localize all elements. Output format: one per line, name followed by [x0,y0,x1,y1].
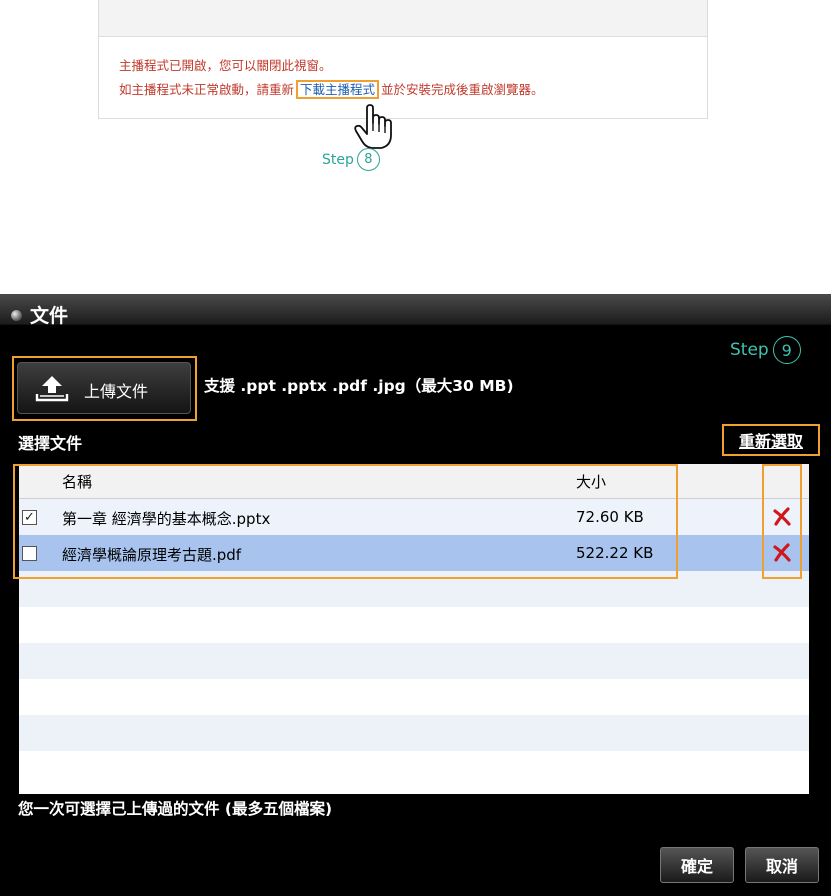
dialog-titlebar: 文件 [0,294,831,327]
delete-column-highlight-outline [762,464,802,579]
document-dialog: 文件 Step 9 上傳文件 支援 .ppt .pptx .pdf .jpg（最… [0,294,831,896]
step-8-label: Step [322,151,354,168]
table-empty-row [19,643,809,679]
selection-limit-note: 您一次可選擇己上傳過的文件 (最多五個檔案) [18,800,333,818]
table-highlight-outline [13,464,678,579]
upload-icon [35,376,69,402]
supported-formats-text: 支援 .ppt .pptx .pdf .jpg（最大30 MB) [204,377,514,395]
dialog-title: 文件 [30,305,69,327]
table-empty-row [19,715,809,751]
reselect-link[interactable]: 重新選取 [722,424,820,456]
confirm-button[interactable]: 確定 [660,847,734,883]
step-8-indicator: Step 8 [322,148,380,171]
notice-panel: 主播程式已開啟，您可以關閉此視窗。 如主播程式未正常啟動，請重新 下載主播程式 並於… [98,0,708,119]
download-player-link[interactable]: 下載主播程式 [296,80,380,99]
step-9-label: Step [730,340,769,360]
pointer-hand-icon [354,104,392,149]
upload-document-button[interactable]: 上傳文件 [17,362,191,414]
notice-header-bar [99,0,707,37]
notice-line-1: 主播程式已開啟，您可以關閉此視窗。 [119,58,332,73]
step-9-number: 9 [772,336,801,364]
step-9-indicator: Step 9 [730,336,801,364]
notice-line-2: 如主播程式未正常啟動，請重新 下載主播程式 並於安裝完成後重啟瀏覽器。 [119,79,544,99]
cancel-button[interactable]: 取消 [745,847,819,883]
titlebar-orb-icon [11,310,22,321]
upload-button-label: 上傳文件 [84,382,149,401]
select-files-label: 選擇文件 [18,434,83,453]
step-8-number: 8 [356,148,380,171]
notice-line-2-after: 並於安裝完成後重啟瀏覽器。 [381,82,544,97]
notice-line-2-before: 如主播程式未正常啟動，請重新 [119,82,295,97]
